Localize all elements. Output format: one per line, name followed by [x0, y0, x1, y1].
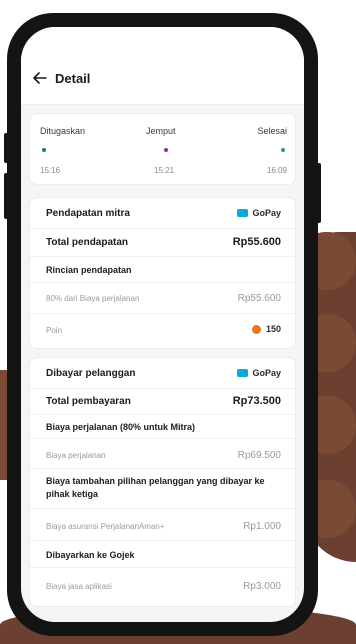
gopay-icon — [237, 209, 249, 217]
customer-total-value: Rp73.500 — [232, 395, 281, 407]
page-title: Detail — [55, 71, 91, 86]
phone-frame: Detail Ditugaskan 15:16 Jemput 15:21 Sel… — [4, 13, 321, 636]
poin-icon — [251, 324, 261, 334]
mitra-total-label: Total pendapatan — [46, 237, 129, 248]
trip-timeline: Ditugaskan 15:16 Jemput 15:21 Selesai 16… — [29, 113, 296, 185]
step-dot-assigned — [42, 148, 46, 152]
poin-label: Poin — [46, 326, 63, 335]
step-dot-done — [281, 148, 285, 152]
insurance-label: Biaya asuransi PerjalananAman+ — [46, 522, 165, 531]
customer-payment-method: GoPay — [237, 368, 281, 378]
arrow-left-icon[interactable] — [33, 71, 47, 85]
poin-value-group: 150 — [251, 324, 281, 334]
gojek-fee-heading: Dibayarkan ke Gojek — [46, 550, 135, 560]
customer-payment-label: GoPay — [252, 368, 281, 378]
step-label-done: Selesai — [257, 126, 287, 136]
trip-fee-value: Rp69.500 — [237, 450, 281, 461]
mitra-payment-label: GoPay — [252, 208, 281, 218]
customer-title: Dibayar pelanggan — [46, 368, 136, 379]
mitra-total-value: Rp55.600 — [232, 236, 281, 248]
app-header: Detail — [21, 27, 304, 105]
extra-fee-heading: Biaya tambahan pilihan pelanggan yang di… — [46, 476, 265, 499]
mitra-detail-heading: Rincian pendapatan — [46, 265, 132, 275]
poin-value: 150 — [265, 324, 281, 334]
mitra-title: Pendapatan mitra — [46, 208, 130, 219]
step-dot-pickup — [164, 148, 168, 152]
step-label-pickup: Jemput — [146, 126, 176, 136]
app-fee-label: Biaya jasa aplikasi — [46, 582, 112, 591]
mitra-share-label: 80% dari Biaya perjalanan — [46, 294, 140, 303]
mitra-payment-method: GoPay — [237, 208, 281, 218]
customer-total-label: Total pembayaran — [46, 396, 131, 407]
app-screen: Detail Ditugaskan 15:16 Jemput 15:21 Sel… — [21, 27, 304, 622]
mitra-share-value: Rp55.600 — [237, 293, 281, 304]
app-fee-value: Rp3.000 — [243, 581, 281, 592]
step-label-assigned: Ditugaskan — [40, 126, 86, 136]
mitra-income-card: Pendapatan mitra GoPay Total pendapatan … — [29, 197, 296, 349]
trip-fee-label: Biaya perjalanan — [46, 451, 106, 460]
step-time-pickup: 15:21 — [154, 166, 175, 175]
trip-fee-heading: Biaya perjalanan (80% untuk Mitra) — [46, 422, 196, 432]
customer-payment-card: Dibayar pelanggan GoPay Total pembayaran… — [29, 357, 296, 607]
insurance-value: Rp1.000 — [243, 521, 281, 532]
gopay-icon — [237, 369, 249, 377]
step-time-assigned: 15:16 — [40, 166, 61, 175]
step-time-done: 16:09 — [266, 166, 287, 175]
